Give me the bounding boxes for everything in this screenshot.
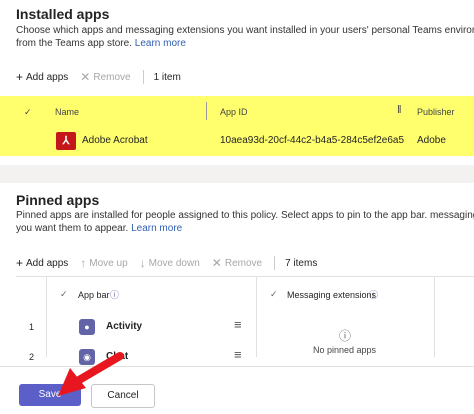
- red-arrow-annotation: [58, 352, 124, 396]
